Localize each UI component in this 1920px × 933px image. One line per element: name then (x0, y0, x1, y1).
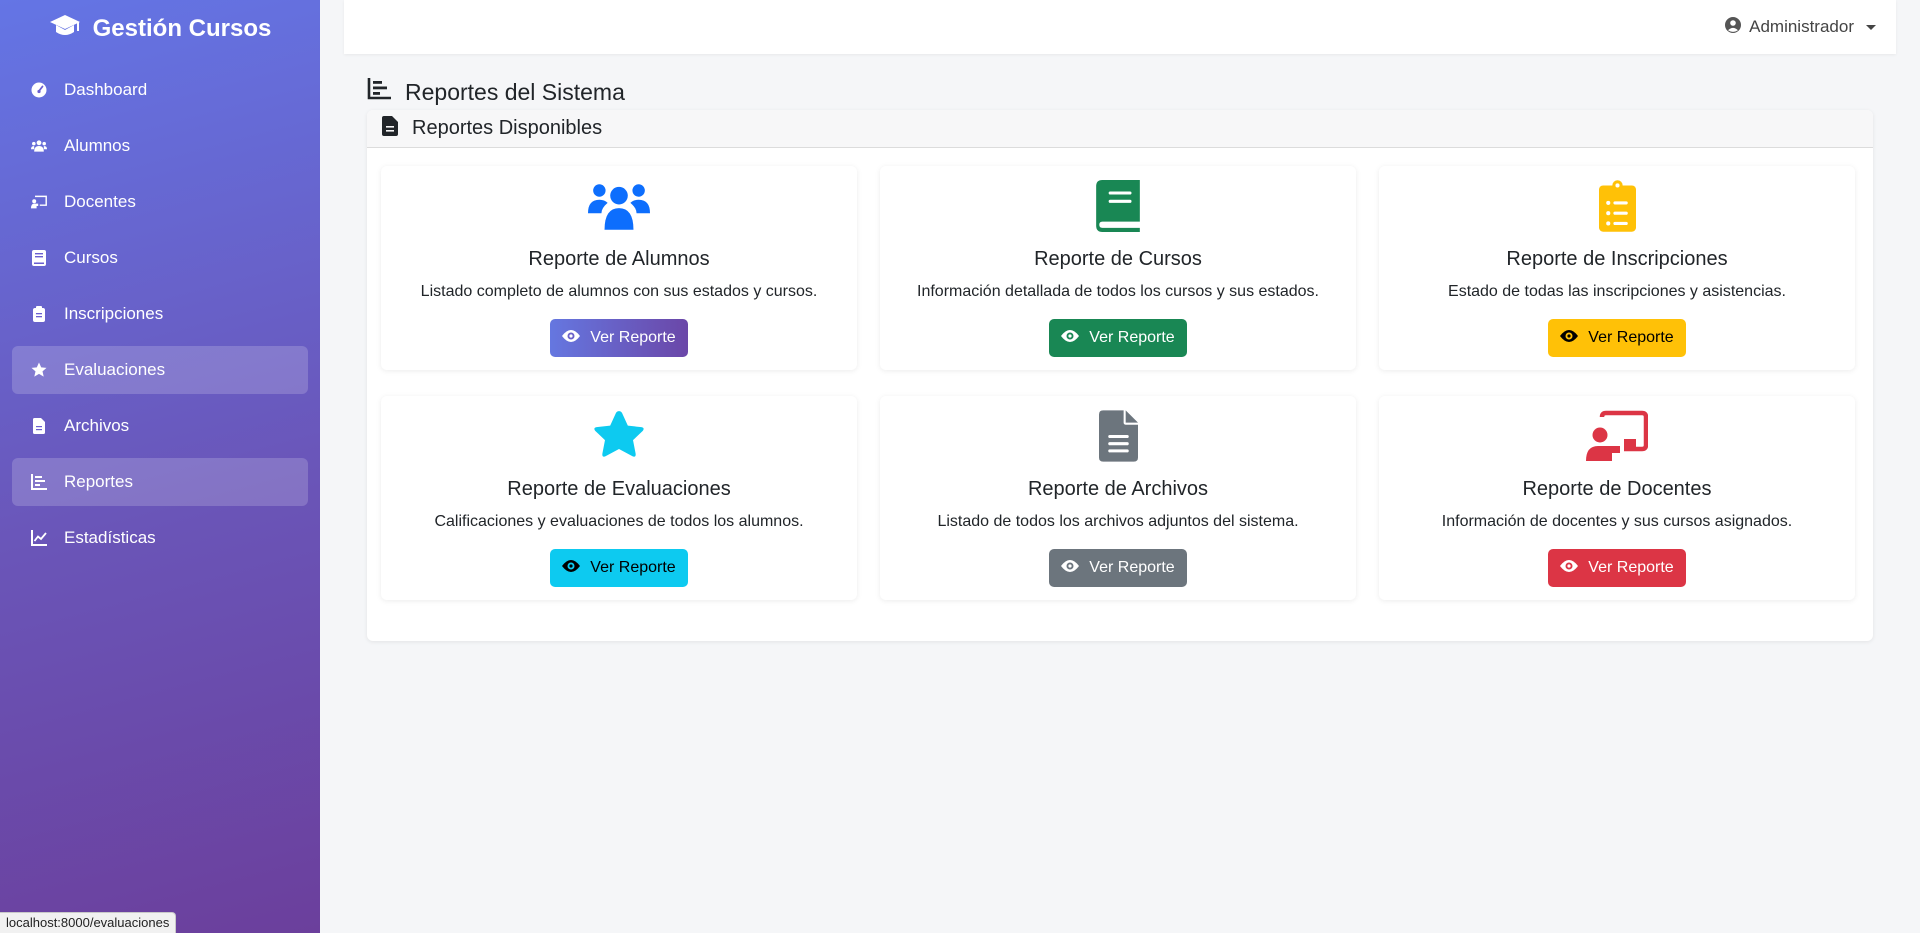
book-icon (28, 249, 50, 267)
clipboard-icon (28, 305, 50, 323)
page-title-text: Reportes del Sistema (405, 78, 625, 105)
panel-title: Reportes Disponibles (412, 117, 603, 139)
status-url: localhost:8000/evaluaciones (0, 912, 177, 933)
sidebar-item-label: Cursos (64, 248, 118, 267)
sidebar-item-label: Alumnos (64, 136, 131, 155)
report-description: Listado completo de alumnos con sus esta… (420, 283, 818, 300)
report-card-alumnos: Reporte de Alumnos Listado completo de a… (381, 166, 857, 370)
report-description: Listado de todos los archivos adjuntos d… (937, 513, 1299, 530)
chevron-down-icon (1866, 24, 1876, 30)
brand[interactable]: Gestión Cursos (0, 0, 320, 58)
graduation-cap-icon (49, 14, 81, 45)
report-title: Reporte de Evaluaciones (507, 478, 731, 500)
chart-line-icon (28, 529, 50, 547)
sidebar-nav: Dashboard Alumnos Docentes Cursos Inscri… (0, 58, 320, 562)
report-card-inscripciones: Reporte de Inscripciones Estado de todas… (1379, 166, 1855, 370)
sidebar-item-label: Archivos (64, 416, 130, 435)
sidebar-item-evaluaciones[interactable]: Evaluaciones (12, 346, 308, 394)
sidebar-item-label: Reportes (64, 472, 133, 491)
sidebar: Gestión Cursos Dashboard Alumnos Docente… (0, 0, 320, 933)
file-alt-icon (1098, 408, 1138, 464)
sidebar-item-estadisticas[interactable]: Estadísticas (12, 514, 308, 562)
topbar: Administrador (344, 0, 1896, 54)
user-label: Administrador (1749, 17, 1854, 36)
sidebar-item-alumnos[interactable]: Alumnos (12, 122, 308, 170)
button-label: Ver Reporte (1089, 559, 1175, 576)
eye-icon (1061, 329, 1080, 348)
ver-reporte-inscripciones-button[interactable]: Ver Reporte (1548, 319, 1686, 357)
report-description: Información detallada de todos los curso… (917, 283, 1319, 300)
book-icon (1096, 178, 1140, 234)
user-menu[interactable]: Administrador (1725, 16, 1876, 38)
report-card-archivos: Reporte de Archivos Listado de todos los… (880, 396, 1356, 600)
sidebar-item-dashboard[interactable]: Dashboard (12, 66, 308, 114)
star-icon (28, 361, 50, 379)
page-title: Reportes del Sistema (367, 78, 625, 106)
reports-panel: Reportes Disponibles Reporte de Alumnos … (367, 110, 1873, 641)
report-title: Reporte de Cursos (1034, 248, 1202, 270)
sidebar-item-archivos[interactable]: Archivos (12, 402, 308, 450)
report-description: Calificaciones y evaluaciones de todos l… (434, 513, 804, 530)
ver-reporte-evaluaciones-button[interactable]: Ver Reporte (550, 549, 688, 587)
button-label: Ver Reporte (1588, 329, 1674, 346)
sidebar-item-label: Dashboard (64, 80, 148, 99)
clipboard-list-icon (1598, 178, 1636, 234)
sidebar-item-inscripciones[interactable]: Inscripciones (12, 290, 308, 338)
user-circle-icon (1725, 16, 1742, 38)
button-label: Ver Reporte (1089, 329, 1175, 346)
report-card-cursos: Reporte de Cursos Información detallada … (880, 166, 1356, 370)
sidebar-item-reportes[interactable]: Reportes (12, 458, 308, 506)
report-title: Reporte de Docentes (1522, 478, 1712, 500)
users-icon (588, 178, 650, 234)
eye-icon (562, 329, 581, 348)
ver-reporte-alumnos-button[interactable]: Ver Reporte (550, 319, 688, 357)
sidebar-item-label: Evaluaciones (64, 360, 166, 379)
chalkboard-teacher-icon (1586, 408, 1648, 464)
chart-bar-icon (367, 78, 391, 106)
report-card-evaluaciones: Reporte de Evaluaciones Calificaciones y… (381, 396, 857, 600)
report-title: Reporte de Alumnos (528, 248, 710, 270)
report-description: Información de docentes y sus cursos asi… (1441, 513, 1793, 530)
eye-icon (562, 559, 581, 578)
button-label: Ver Reporte (1588, 559, 1674, 576)
file-icon (28, 417, 50, 435)
eye-icon (1560, 559, 1579, 578)
ver-reporte-cursos-button[interactable]: Ver Reporte (1049, 319, 1187, 357)
sidebar-item-cursos[interactable]: Cursos (12, 234, 308, 282)
report-card-docentes: Reporte de Docentes Información de docen… (1379, 396, 1855, 600)
button-label: Ver Reporte (590, 559, 676, 576)
sidebar-item-label: Inscripciones (64, 304, 164, 323)
report-title: Reporte de Inscripciones (1506, 248, 1728, 270)
sidebar-item-label: Estadísticas (64, 528, 156, 547)
ver-reporte-archivos-button[interactable]: Ver Reporte (1049, 549, 1187, 587)
sidebar-item-docentes[interactable]: Docentes (12, 178, 308, 226)
file-alt-icon (382, 115, 398, 142)
chart-bar-icon (28, 473, 50, 491)
chalkboard-teacher-icon (28, 193, 50, 211)
report-grid: Reporte de Alumnos Listado completo de a… (381, 166, 1855, 600)
report-description: Estado de todas las inscripciones y asis… (1448, 283, 1786, 300)
panel-header: Reportes Disponibles (367, 110, 1873, 148)
ver-reporte-docentes-button[interactable]: Ver Reporte (1548, 549, 1686, 587)
sidebar-item-label: Docentes (64, 192, 136, 211)
brand-title: Gestión Cursos (92, 15, 272, 42)
eye-icon (1061, 559, 1080, 578)
star-icon (592, 408, 646, 464)
button-label: Ver Reporte (590, 329, 676, 346)
eye-icon (1560, 329, 1579, 348)
users-icon (28, 137, 50, 155)
report-title: Reporte de Archivos (1027, 478, 1209, 500)
gauge-icon (28, 81, 50, 99)
